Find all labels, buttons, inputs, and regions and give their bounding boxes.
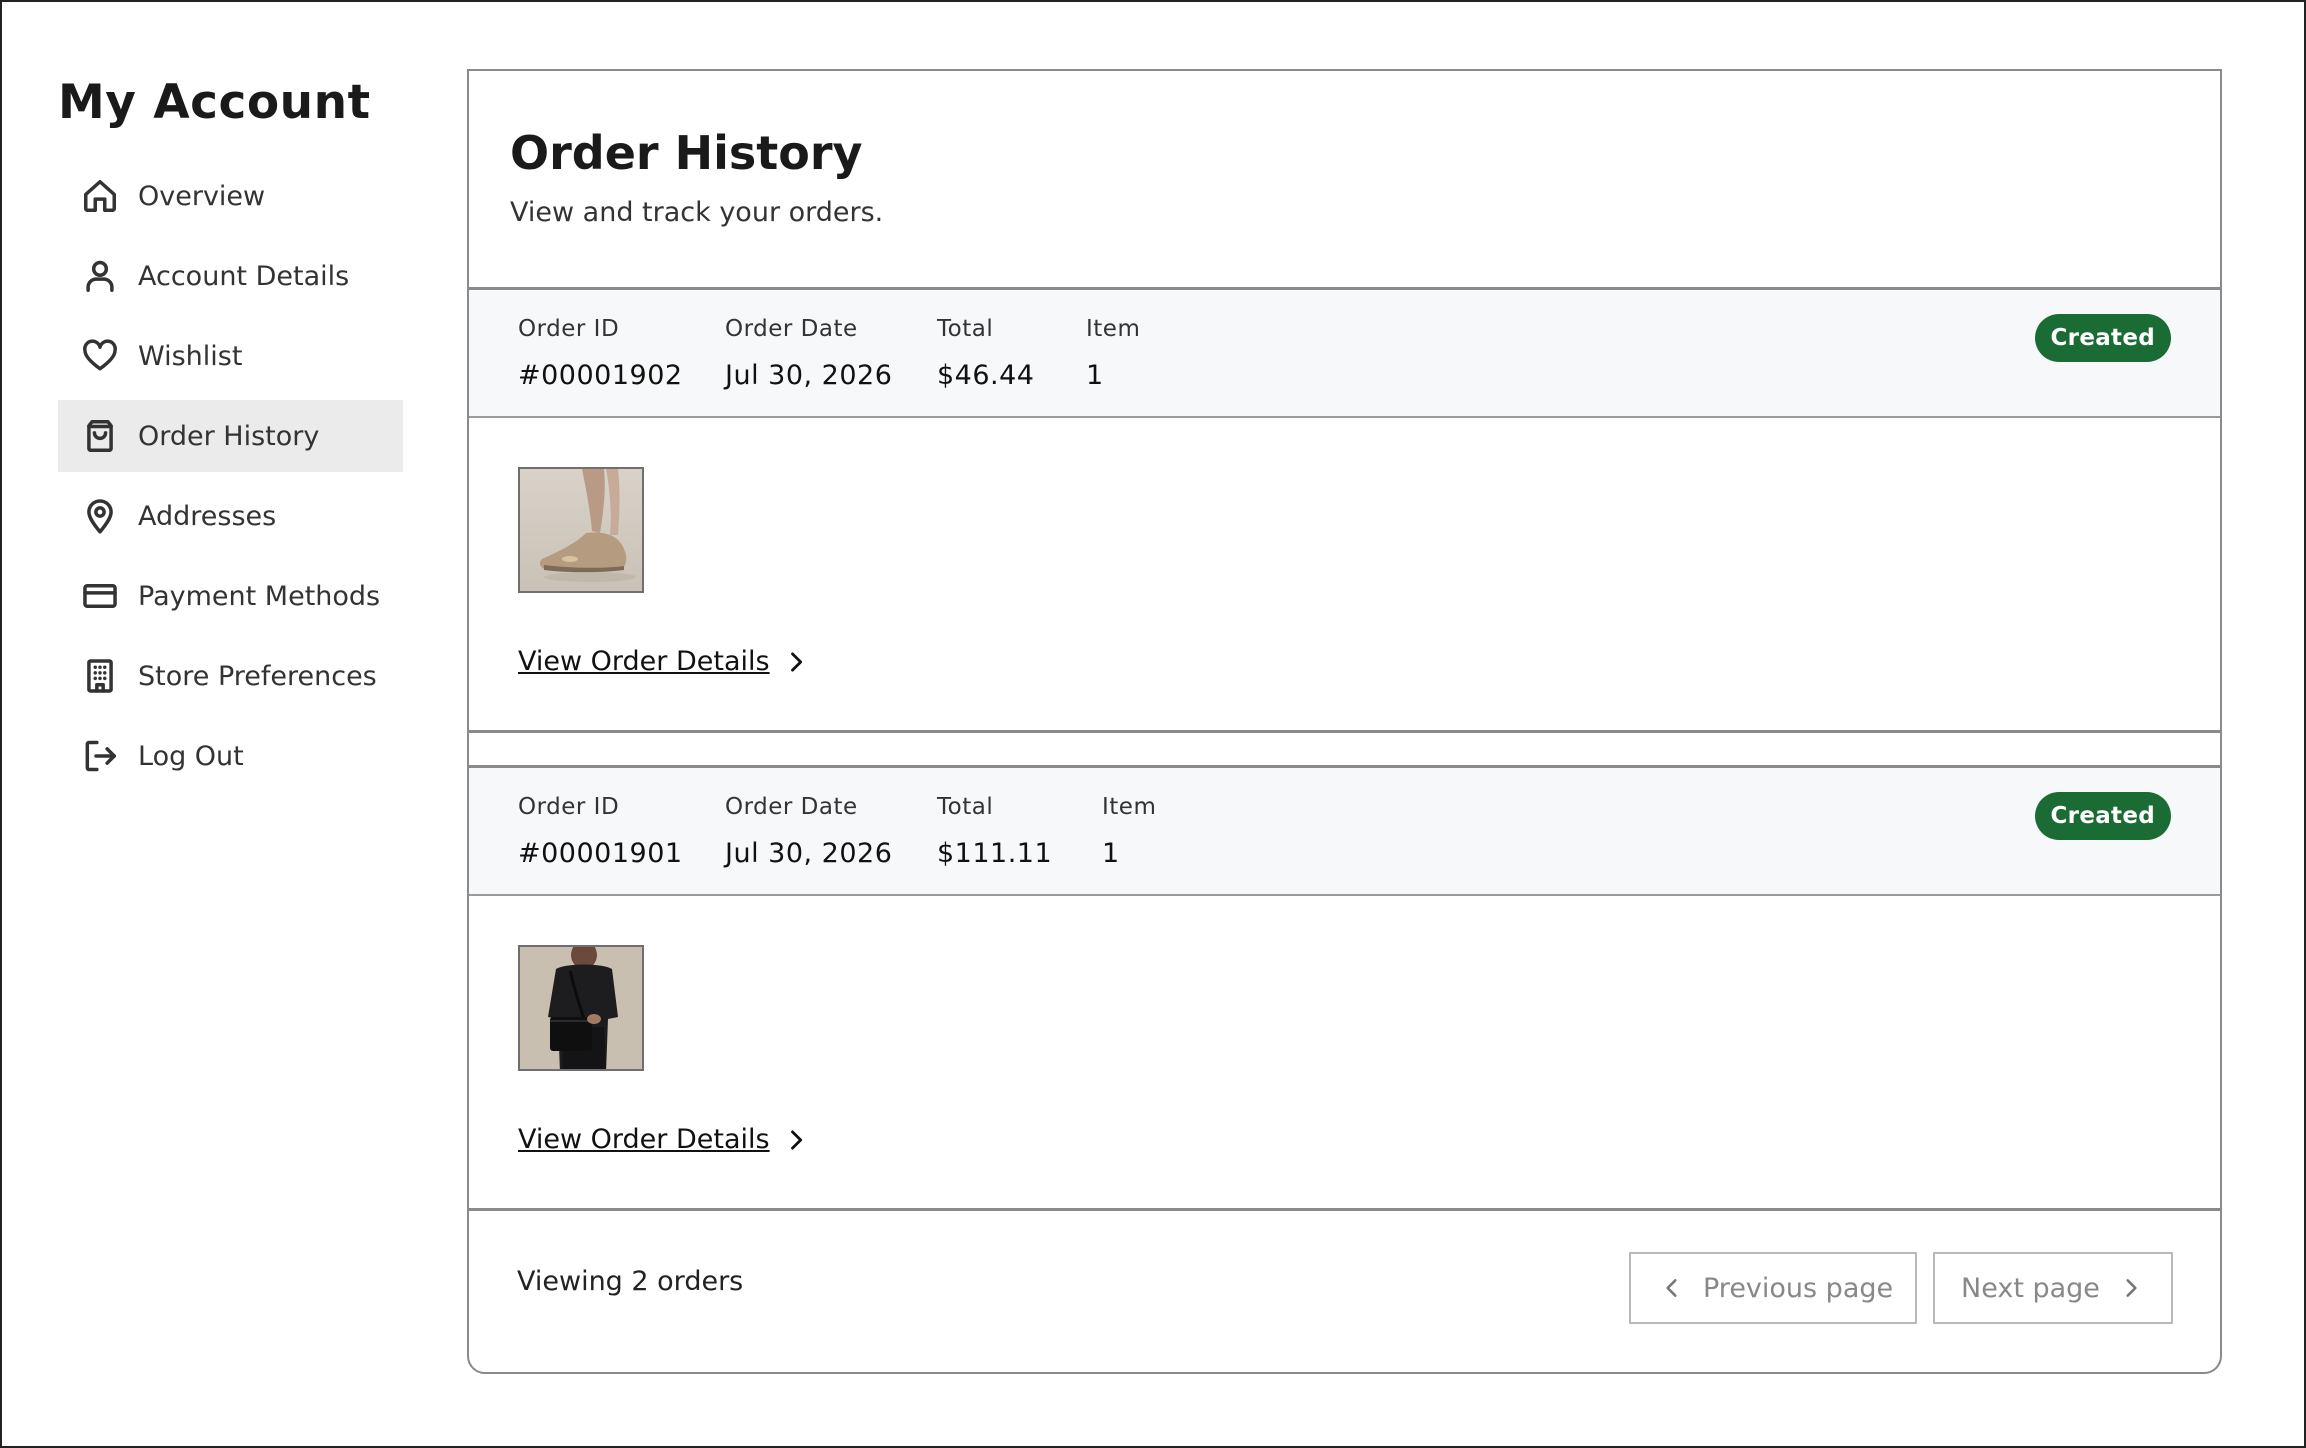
sidebar-item-label: Overview — [138, 180, 266, 212]
pagination-footer: Viewing 2 orders Previous page Next page — [469, 1202, 2220, 1372]
order-item-label: Item — [1102, 794, 1157, 820]
shopping-bag-icon — [80, 416, 120, 456]
next-page-label: Next page — [1961, 1272, 2100, 1304]
sidebar-item-log-out[interactable]: Log Out — [58, 720, 403, 792]
order-id-field: Order ID #00001902 — [518, 316, 683, 391]
order-item-label: Item — [1086, 316, 1141, 342]
order-id-value: #00001901 — [518, 838, 683, 869]
order-header: Order ID #00001901 Order Date Jul 30, 20… — [469, 768, 2220, 896]
order-date-field: Order Date Jul 30, 2026 — [725, 316, 892, 391]
order-id-field: Order ID #00001901 — [518, 794, 683, 869]
chevron-right-icon — [790, 651, 802, 672]
order-total-field: Total $111.11 — [937, 794, 1052, 869]
order-total-label: Total — [937, 316, 994, 342]
sidebar-item-label: Wishlist — [138, 340, 243, 372]
status-badge: Created — [2034, 792, 2171, 840]
view-order-details-label: View Order Details — [518, 646, 770, 677]
page-title: Order History — [510, 126, 863, 180]
user-icon — [80, 256, 120, 296]
panel-header: Order History View and track your orders… — [469, 71, 2220, 287]
chevron-right-icon — [790, 1129, 802, 1150]
sidebar-item-label: Addresses — [138, 500, 277, 532]
sidebar-item-overview[interactable]: Overview — [58, 160, 403, 232]
sidebar-item-addresses[interactable]: Addresses — [58, 480, 403, 552]
home-icon — [80, 176, 120, 216]
sidebar-item-wishlist[interactable]: Wishlist — [58, 320, 403, 392]
next-page-button[interactable]: Next page — [1933, 1252, 2173, 1324]
order-card: Order ID #00001901 Order Date Jul 30, 20… — [469, 765, 2220, 1211]
sidebar-item-account-details[interactable]: Account Details — [58, 240, 403, 312]
order-item-value: 1 — [1102, 838, 1120, 869]
sidebar-item-label: Store Preferences — [138, 660, 377, 692]
order-item-value: 1 — [1086, 360, 1104, 391]
order-total-field: Total $46.44 — [937, 316, 1034, 391]
sidebar-item-order-history[interactable]: Order History — [58, 400, 403, 472]
order-id-label: Order ID — [518, 316, 620, 342]
view-order-details-link[interactable]: View Order Details — [518, 646, 810, 677]
order-total-value: $111.11 — [937, 838, 1053, 869]
page-subtitle: View and track your orders. — [510, 197, 884, 228]
order-header: Order ID #00001902 Order Date Jul 30, 20… — [469, 290, 2220, 418]
beige-flat-shoe-image[interactable] — [518, 467, 644, 593]
sidebar-item-label: Account Details — [138, 260, 350, 292]
status-badge: Created — [2034, 314, 2171, 362]
sidebar-item-label: Payment Methods — [138, 580, 381, 612]
order-date-label: Order Date — [725, 794, 858, 820]
order-body: View Order Details — [469, 896, 2220, 1208]
map-pin-icon — [80, 496, 120, 536]
log-out-icon — [80, 736, 120, 776]
order-count-text: Viewing 2 orders — [517, 1266, 744, 1297]
previous-page-label: Previous page — [1703, 1272, 1894, 1304]
order-id-value: #00001902 — [518, 360, 683, 391]
credit-card-icon — [80, 576, 120, 616]
order-item-field: Item 1 — [1086, 316, 1140, 391]
chevron-left-icon — [1666, 1279, 1677, 1297]
order-total-value: $46.44 — [937, 360, 1035, 391]
order-date-value: Jul 30, 2026 — [725, 838, 893, 869]
sidebar-title: My Account — [58, 75, 371, 130]
account-nav: Overview Account Details Wishlist Order … — [58, 160, 403, 792]
sidebar-item-label: Order History — [138, 420, 320, 452]
order-date-field: Order Date Jul 30, 2026 — [725, 794, 892, 869]
order-card: Order ID #00001902 Order Date Jul 30, 20… — [469, 287, 2220, 733]
chevron-right-icon — [2126, 1279, 2137, 1297]
order-body: View Order Details — [469, 418, 2220, 730]
black-shoulder-bag-image[interactable] — [518, 945, 644, 1071]
sidebar-item-store-preferences[interactable]: Store Preferences — [58, 640, 403, 712]
sidebar-item-payment-methods[interactable]: Payment Methods — [58, 560, 403, 632]
heart-icon — [80, 336, 120, 376]
order-item-field: Item 1 — [1102, 794, 1156, 869]
account-sidebar: My Account Overview Account Details Wish… — [58, 72, 403, 800]
order-total-label: Total — [937, 794, 994, 820]
building-icon — [80, 656, 120, 696]
order-history-panel: Order History View and track your orders… — [467, 69, 2222, 1374]
view-order-details-link[interactable]: View Order Details — [518, 1124, 810, 1155]
order-date-value: Jul 30, 2026 — [725, 360, 893, 391]
previous-page-button[interactable]: Previous page — [1629, 1252, 1917, 1324]
sidebar-item-label: Log Out — [138, 740, 244, 772]
order-date-label: Order Date — [725, 316, 858, 342]
view-order-details-label: View Order Details — [518, 1124, 770, 1155]
order-id-label: Order ID — [518, 794, 620, 820]
